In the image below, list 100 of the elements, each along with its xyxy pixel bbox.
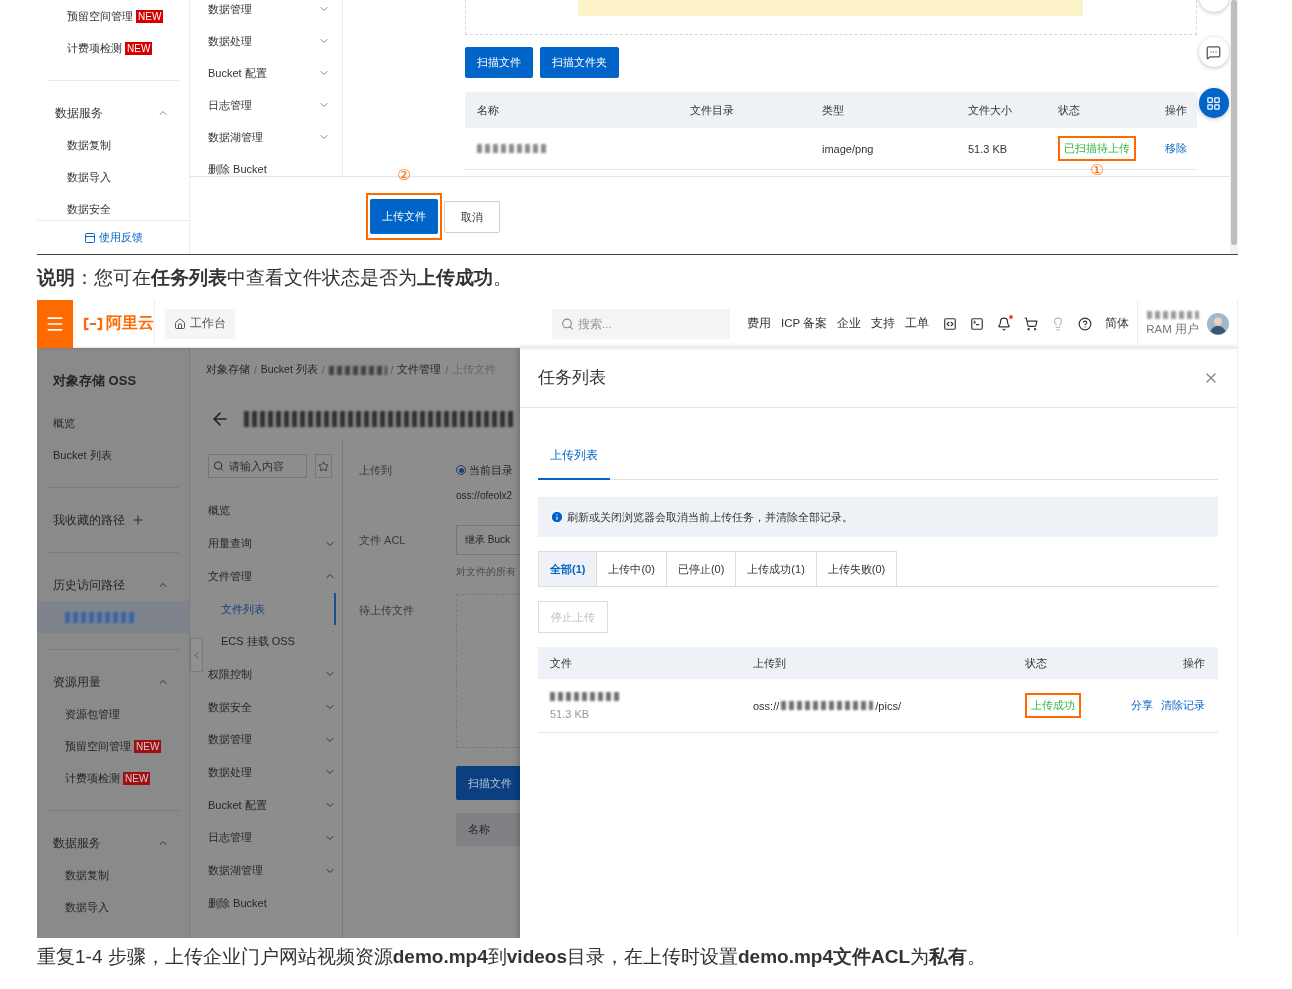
- tab[interactable]: 上传列表: [538, 432, 610, 480]
- nav-item[interactable]: Bucket 配置: [208, 788, 336, 822]
- blurred-text: [477, 144, 549, 153]
- path-text: oss://: [753, 699, 780, 712]
- avatar[interactable]: [1207, 312, 1229, 335]
- blurred-text: [328, 365, 387, 375]
- nav-item[interactable]: 权限控制: [208, 658, 336, 691]
- nav-item[interactable]: 日志管理: [208, 89, 330, 121]
- cart-icon[interactable]: [1024, 316, 1039, 331]
- breadcrumb-link[interactable]: Bucket 列表: [260, 363, 318, 377]
- radio-option[interactable]: 当前目录: [456, 462, 513, 478]
- search-field[interactable]: 搜索...: [552, 308, 731, 339]
- sidebar-item[interactable]: 概览: [37, 407, 189, 439]
- column-header: 文件大小: [968, 102, 1013, 118]
- sidebar-item[interactable]: 预留空间管理 NEW: [37, 730, 189, 762]
- table-cell: image/png: [822, 142, 874, 155]
- section-header[interactable]: 资源用量: [37, 666, 189, 698]
- scan-button[interactable]: 扫描文件: [465, 47, 533, 78]
- plus-icon[interactable]: [131, 513, 145, 527]
- sidebar-item[interactable]: 预留空间管理 NEW: [37, 0, 189, 32]
- nav-item[interactable]: ECS 挂载 OSS: [208, 625, 336, 659]
- breadcrumb-separator: /: [390, 364, 394, 376]
- section-header[interactable]: 数据服务: [37, 97, 189, 129]
- scan-button[interactable]: 扫描文件夹: [540, 47, 619, 78]
- nav-item[interactable]: Bucket 配置: [208, 57, 330, 89]
- search-field[interactable]: 请输入内容: [208, 454, 307, 478]
- nav-item[interactable]: 数据湖管理: [208, 121, 330, 153]
- nav-item[interactable]: 用量查询: [208, 527, 336, 560]
- section-header[interactable]: 数据服务: [37, 827, 189, 859]
- filter-tab[interactable]: 全部(1): [538, 551, 598, 586]
- grid-icon: [1206, 95, 1221, 111]
- filter-tab[interactable]: 上传失败(0): [815, 551, 898, 586]
- form-label: 上传到: [359, 462, 393, 478]
- header-link[interactable]: 费用: [747, 316, 772, 331]
- code-icon[interactable]: [943, 316, 958, 331]
- sidebar-item[interactable]: 数据复制: [37, 859, 189, 891]
- help-icon[interactable]: [1078, 316, 1093, 331]
- breadcrumb-link[interactable]: 对象存储: [206, 363, 250, 377]
- action-link[interactable]: 清除记录: [1161, 698, 1205, 713]
- collapse-handle[interactable]: [190, 638, 203, 672]
- nav-item[interactable]: 数据管理: [208, 0, 330, 25]
- scan-button[interactable]: 扫描文件: [456, 766, 520, 800]
- header-link[interactable]: 工单: [905, 316, 930, 331]
- new-badge: NEW: [136, 9, 164, 23]
- scrollbar[interactable]: [1230, 0, 1238, 254]
- status-text: 已扫描待上传: [1058, 136, 1136, 161]
- sidebar-item[interactable]: 计费项检测 NEW: [37, 762, 189, 794]
- notice-text: 刷新或关闭浏览器会取消当前上传任务，并清除全部记录。: [567, 509, 853, 525]
- remove-link[interactable]: 移除: [1165, 141, 1187, 156]
- chat-icon: [1206, 44, 1221, 60]
- nav-item[interactable]: 数据管理: [208, 723, 336, 757]
- cancel-button[interactable]: 取消: [444, 201, 500, 233]
- action-link[interactable]: 分享: [1131, 698, 1153, 713]
- column-header: 状态: [1025, 655, 1048, 671]
- nav-item[interactable]: 文件管理: [208, 559, 336, 593]
- new-badge: NEW: [134, 739, 162, 753]
- note-text: 说明：您可在任务列表中查看文件状态是否为上传成功。: [37, 266, 513, 290]
- home-icon: [174, 317, 186, 330]
- table-cell: 51.3 KB: [968, 142, 1008, 155]
- nav-item[interactable]: 数据湖管理: [208, 854, 336, 887]
- column-header: 操作: [1165, 102, 1187, 118]
- info-icon: [550, 510, 564, 524]
- star-button[interactable]: [315, 454, 332, 478]
- nav-item[interactable]: 数据处理: [208, 25, 330, 57]
- header-link[interactable]: ICP 备案: [781, 316, 828, 331]
- language-link[interactable]: 简体: [1105, 316, 1130, 331]
- workbench-button[interactable]: 工作台: [165, 308, 235, 339]
- feedback-link[interactable]: 使用反馈: [83, 230, 143, 245]
- nav-item[interactable]: 日志管理: [208, 821, 336, 855]
- nav-item[interactable]: 数据处理: [208, 756, 336, 789]
- header-link[interactable]: 支持: [871, 316, 896, 331]
- menu-button[interactable]: [37, 300, 73, 348]
- sidebar-item[interactable]: 资源包管理: [37, 698, 189, 730]
- bell-icon[interactable]: [997, 316, 1012, 331]
- upload-button[interactable]: 上传文件: [370, 199, 438, 234]
- nav-item[interactable]: 概览: [208, 494, 336, 528]
- section-header[interactable]: 历史访问路径: [37, 569, 189, 601]
- breadcrumb-link[interactable]: 文件管理: [397, 363, 442, 377]
- sidebar-item[interactable]: 计费项检测 NEW: [37, 32, 189, 64]
- sidebar-item[interactable]: Bucket 列表: [37, 439, 189, 471]
- nav-item[interactable]: 删除 Bucket: [208, 153, 330, 176]
- sidebar-item[interactable]: 数据导入: [37, 891, 189, 923]
- column-header: 名称: [468, 822, 490, 837]
- section-header[interactable]: 我收藏的路径: [37, 504, 189, 536]
- status-text: 上传成功: [1025, 693, 1081, 718]
- instruction-text: 重复1-4 步骤，上传企业门户网站视频资源demo.mp4到videos目录，在上传时设置demo.mp4文件ACL为私有。: [37, 945, 988, 969]
- sidebar-item[interactable]: 数据复制: [37, 129, 189, 161]
- terminal-icon[interactable]: [970, 316, 985, 331]
- nav-item[interactable]: 数据安全: [208, 690, 336, 724]
- chat-button[interactable]: [1198, 37, 1229, 67]
- sidebar-item[interactable]: 数据导入: [37, 161, 189, 193]
- nav-item[interactable]: 删除 Bucket: [208, 886, 336, 920]
- apps-button[interactable]: [1198, 88, 1229, 118]
- nav-item[interactable]: 文件列表: [208, 592, 336, 626]
- header-link[interactable]: 企业: [837, 316, 862, 331]
- sidebar-item[interactable]: 数据安全: [37, 193, 189, 220]
- column-header: 类型: [822, 102, 845, 118]
- user-role: RAM 用户: [1146, 321, 1199, 337]
- breadcrumb-separator: /: [254, 364, 257, 376]
- product-title: 对象存储 OSS: [52, 372, 138, 390]
